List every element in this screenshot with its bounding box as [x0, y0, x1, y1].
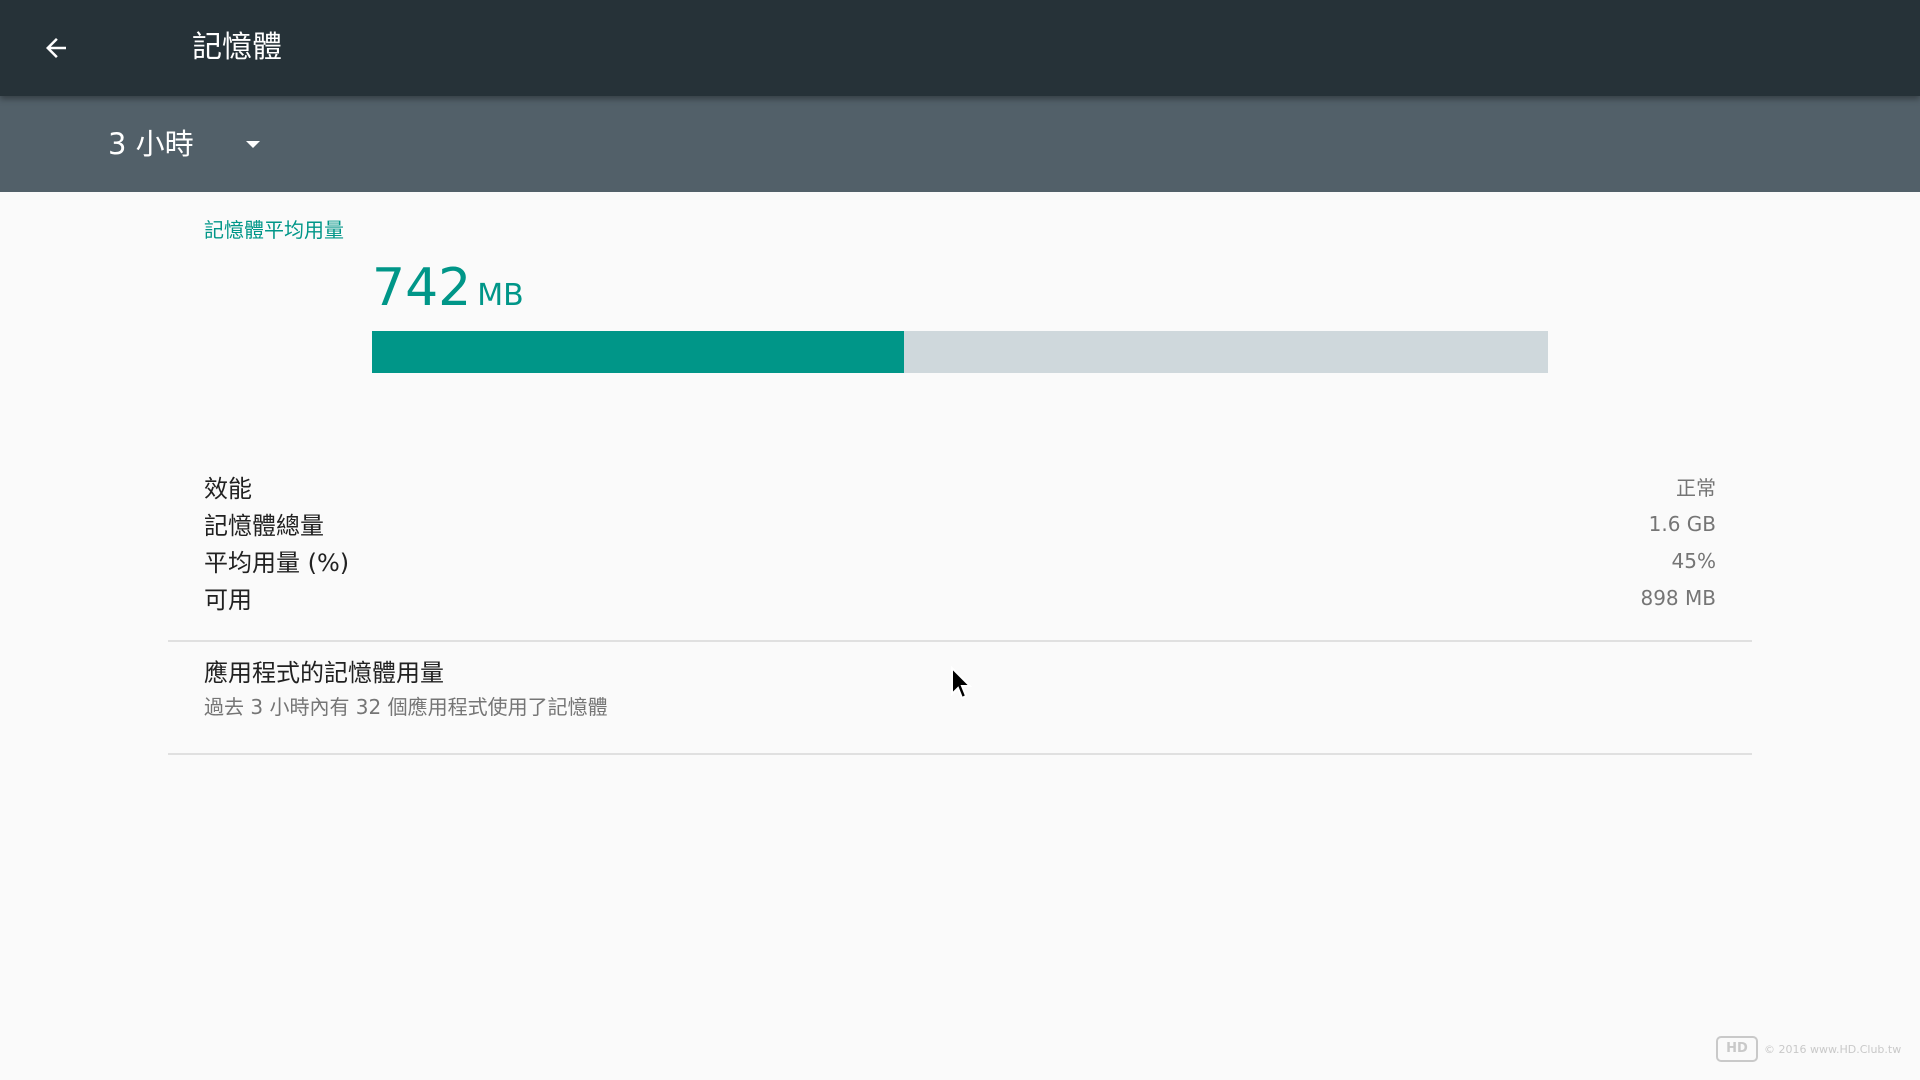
- stat-value: 1.6 GB: [1648, 511, 1716, 536]
- back-button[interactable]: [32, 24, 80, 72]
- page-title: 記憶體: [192, 30, 282, 65]
- stat-label: 效能: [204, 475, 252, 503]
- arrow-left-icon: [46, 38, 66, 58]
- usage-number: 742: [372, 258, 472, 318]
- stat-value: 898 MB: [1640, 585, 1716, 610]
- period-dropdown[interactable]: 3 小時: [108, 120, 260, 168]
- dropdown-triangle-icon: [246, 140, 260, 148]
- divider: [168, 753, 1752, 755]
- usage-progress-fill: [372, 331, 904, 373]
- usage-unit: MB: [477, 278, 524, 313]
- apps-memory-usage-summary: 過去 3 小時內有 32 個應用程式使用了記憶體: [204, 695, 608, 719]
- watermark-text: © 2016 www.HD.Club.tw: [1764, 1042, 1902, 1056]
- stat-value: 45%: [1671, 548, 1716, 573]
- memory-settings-screen: 記憶體 3 小時 記憶體平均用量 742 MB 效能 正常 記憶體總量 1.6 G…: [0, 0, 1920, 1080]
- mouse-pointer-icon: [951, 666, 973, 700]
- stat-row-available: 可用 898 MB: [204, 579, 1716, 616]
- content-area: 記憶體平均用量 742 MB 效能 正常 記憶體總量 1.6 GB 平均用量 (%…: [0, 192, 1920, 1080]
- stat-label: 平均用量 (%): [204, 549, 350, 577]
- period-value: 3 小時: [108, 127, 194, 161]
- stat-label: 可用: [204, 586, 252, 614]
- average-usage-value: 742 MB: [372, 258, 524, 318]
- stat-row-total-memory: 記憶體總量 1.6 GB: [204, 505, 1716, 542]
- watermark: HD © 2016 www.HD.Club.tw: [1716, 1036, 1901, 1062]
- average-usage-label: 記憶體平均用量: [204, 218, 344, 242]
- app-bar: 記憶體: [0, 0, 1920, 96]
- watermark-logo: HD: [1716, 1036, 1758, 1062]
- filter-bar: 3 小時: [0, 96, 1920, 192]
- usage-progress-bar: [372, 331, 1548, 373]
- apps-memory-usage-title: 應用程式的記憶體用量: [204, 659, 444, 687]
- memory-stats: 效能 正常 記憶體總量 1.6 GB 平均用量 (%) 45% 可用 898 M…: [204, 468, 1716, 616]
- stat-row-average-percent: 平均用量 (%) 45%: [204, 542, 1716, 579]
- stat-row-performance: 效能 正常: [204, 468, 1716, 505]
- stat-value: 正常: [1676, 476, 1716, 500]
- stat-label: 記憶體總量: [204, 512, 324, 540]
